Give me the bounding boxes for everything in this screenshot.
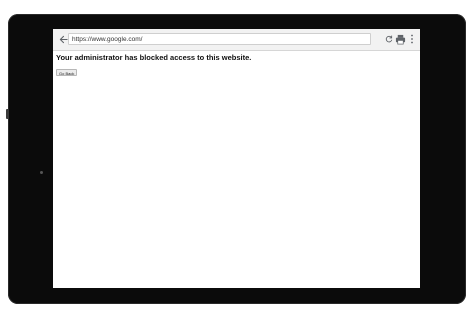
reload-icon	[385, 35, 393, 43]
tablet-side-button	[6, 109, 9, 119]
print-button[interactable]	[394, 33, 406, 45]
browser-toolbar: https://www.google.com/	[53, 29, 420, 51]
arrow-left-icon	[59, 35, 68, 43]
go-back-button[interactable]: Go Back	[56, 69, 78, 76]
url-text: https://www.google.com/	[72, 36, 143, 43]
browser-screen: https://www.google.com/ Your administrat…	[53, 29, 420, 288]
reload-button[interactable]	[384, 34, 394, 44]
blocked-message-heading: Your administrator has blocked access to…	[56, 53, 252, 62]
kebab-menu-icon	[411, 34, 413, 44]
front-camera	[40, 171, 43, 174]
overflow-menu-button[interactable]	[408, 33, 416, 45]
address-bar[interactable]: https://www.google.com/	[68, 33, 371, 45]
print-icon	[395, 34, 405, 44]
